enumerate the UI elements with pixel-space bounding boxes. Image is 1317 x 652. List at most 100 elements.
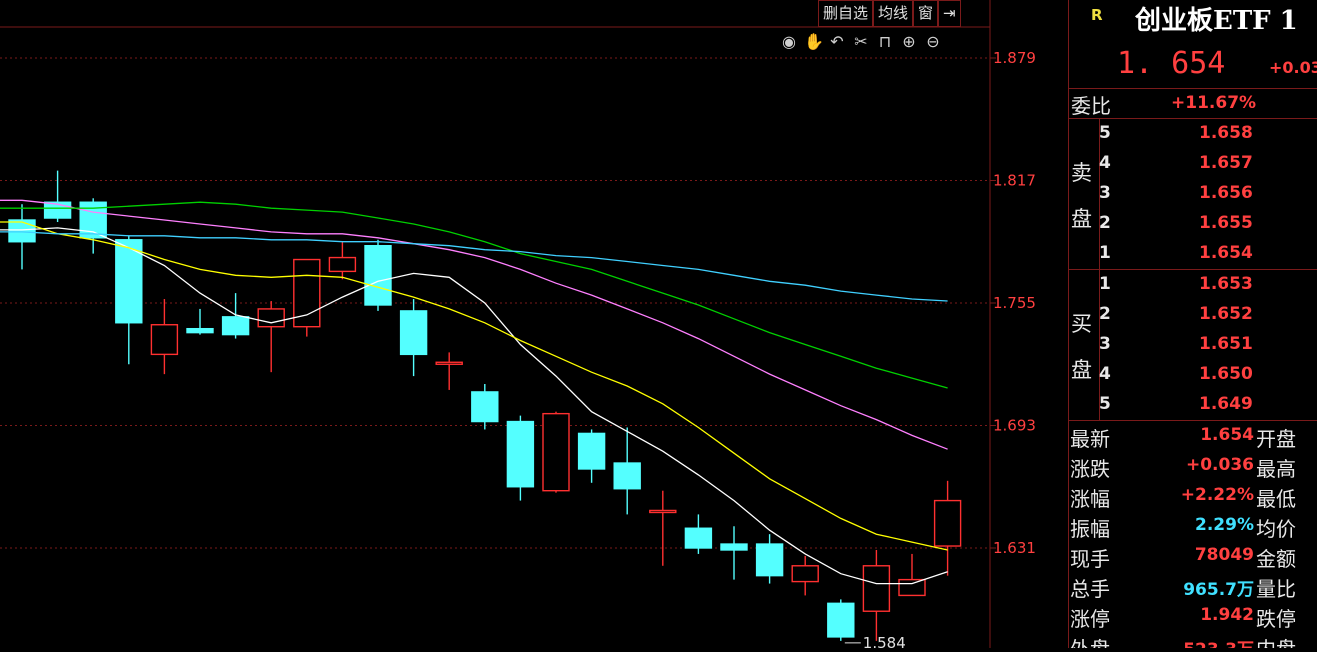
level-number: 1 <box>1099 274 1111 294</box>
level-number: 4 <box>1099 153 1111 173</box>
buy-level-5[interactable]: 5 1.649 <box>1099 390 1317 420</box>
scissors-icon[interactable]: ✂ <box>852 32 870 51</box>
undo-icon[interactable]: ↶ <box>828 32 846 51</box>
candle-down <box>8 219 36 243</box>
stat-value: 523.3万 <box>1183 635 1254 648</box>
hand-icon[interactable]: ✋ <box>804 32 824 51</box>
buy-level-3[interactable]: 3 1.651 <box>1099 330 1317 360</box>
buy-level-2[interactable]: 2 1.652 <box>1099 300 1317 330</box>
stat-label-right: 最低 <box>1256 487 1296 511</box>
candle-down <box>577 432 606 470</box>
sell-level-1[interactable]: 1 1.654 <box>1099 239 1317 269</box>
kline-chart[interactable]: 1.879 1.817 1.755 1.693 1.631 1.584 <box>0 0 1068 652</box>
stat-label: 涨停 <box>1070 607 1110 631</box>
stat-label: 涨跌 <box>1070 457 1110 481</box>
y-tick-label: 1.755 <box>993 294 1036 312</box>
candle-down <box>684 527 713 549</box>
stat-label: 外盘 <box>1070 633 1110 648</box>
sell-label-char: 卖 <box>1071 161 1092 185</box>
quote-header: R 创业板ETF 1 1. 654 +0.03 <box>1069 0 1317 89</box>
stat-label: 最新 <box>1070 427 1110 451</box>
kline-svg[interactable]: 1.879 1.817 1.755 1.693 1.631 1.584 <box>0 0 1068 652</box>
remove-favorite-button[interactable]: 删自选 <box>818 0 874 27</box>
sell-level-3[interactable]: 3 1.656 <box>1099 179 1317 209</box>
stat-row: 外盘 523.3万内盘 <box>1069 631 1317 648</box>
chart-tools: ◉ ✋ ↶ ✂ ⊓ ⊕ ⊖ <box>780 32 942 51</box>
stat-row: 振幅 2.29% 均价 <box>1069 511 1317 541</box>
buy-label-char: 盘 <box>1071 358 1092 382</box>
sell-label-char: 盘 <box>1071 207 1092 231</box>
stat-row: 涨跌 +0.036 最高 <box>1069 451 1317 481</box>
candle-down <box>506 420 535 488</box>
level-number: 3 <box>1099 334 1111 354</box>
sell-level-4[interactable]: 4 1.657 <box>1099 149 1317 179</box>
candle-up <box>542 412 570 492</box>
candle-down <box>827 602 855 638</box>
stat-label: 现手 <box>1070 547 1110 571</box>
candle-up <box>435 361 463 365</box>
stat-value: 2.29% <box>1195 515 1254 535</box>
stat-value: 1.942 <box>1200 605 1254 625</box>
level-number: 5 <box>1099 123 1111 143</box>
buy-book: 买 盘 1 1.653 2 1.652 3 1.651 4 1.650 5 1.649 <box>1069 270 1317 421</box>
candle-down <box>364 245 392 306</box>
zoom-in-icon[interactable]: ⊕ <box>900 32 918 51</box>
quote-panel: R 创业板ETF 1 1. 654 +0.03 委比 +11.67% 卖 盘 5… <box>1068 0 1317 648</box>
buy-level-4[interactable]: 4 1.650 <box>1099 360 1317 390</box>
stat-label-right: 均价 <box>1256 517 1296 541</box>
level-number: 3 <box>1099 183 1111 203</box>
stat-row: 总手 965.7万 量比 <box>1069 571 1317 601</box>
candle-down <box>471 391 499 423</box>
stat-label: 总手 <box>1070 577 1110 601</box>
stat-value: +2.22% <box>1180 485 1254 505</box>
candle-up <box>328 256 357 273</box>
candle-down <box>399 310 428 356</box>
y-tick-label: 1.879 <box>993 49 1036 67</box>
y-tick-label: 1.693 <box>993 417 1036 435</box>
stat-label-right: 开盘 <box>1256 427 1296 451</box>
candle-down <box>755 543 784 577</box>
sell-book: 卖 盘 5 1.658 4 1.657 3 1.656 2 1.655 1 1.654 <box>1069 119 1317 270</box>
stat-row: 涨停 1.942 跌停 <box>1069 601 1317 631</box>
security-name: 创业板ETF 1 <box>1135 6 1298 36</box>
candle-down <box>720 543 748 551</box>
candle-up <box>649 509 677 514</box>
buy-level-1[interactable]: 1 1.653 <box>1099 270 1317 300</box>
candle-up <box>933 499 962 547</box>
eye-icon[interactable]: ◉ <box>780 32 798 51</box>
stat-label: 涨幅 <box>1070 487 1110 511</box>
buy-label-char: 买 <box>1071 312 1092 336</box>
level-price: 1.658 <box>1199 123 1253 143</box>
level-number: 4 <box>1099 364 1111 384</box>
stat-label-right: 内盘 <box>1256 633 1296 648</box>
candle-up <box>150 324 179 356</box>
level-price: 1.651 <box>1199 334 1253 354</box>
level-price: 1.655 <box>1199 213 1253 233</box>
stat-value: +0.036 <box>1185 455 1254 475</box>
level-price: 1.657 <box>1199 153 1253 173</box>
price-change: +0.03 <box>1269 58 1317 77</box>
weibi-label: 委比 <box>1071 94 1111 118</box>
expand-panel-button[interactable]: ⇥ <box>938 0 961 27</box>
sell-side-label: 卖 盘 <box>1069 119 1100 269</box>
y-tick-label: 1.631 <box>993 539 1036 557</box>
buy-side-label: 买 盘 <box>1069 270 1100 420</box>
stat-label: 振幅 <box>1070 517 1110 541</box>
weibi-value: +11.67% <box>1171 93 1257 113</box>
stat-label-right: 最高 <box>1256 457 1296 481</box>
stat-value: 1.654 <box>1200 425 1254 445</box>
stat-label-right: 量比 <box>1256 577 1296 601</box>
sell-level-2[interactable]: 2 1.655 <box>1099 209 1317 239</box>
zoom-out-icon[interactable]: ⊖ <box>924 32 942 51</box>
weibi-row: 委比 +11.67% <box>1069 88 1317 119</box>
ma-settings-button[interactable]: 均线 <box>873 0 914 27</box>
stat-row: 最新 1.654 开盘 <box>1069 421 1317 451</box>
level-price: 1.650 <box>1199 364 1253 384</box>
sell-level-5[interactable]: 5 1.658 <box>1099 119 1317 149</box>
candle-up <box>791 565 819 583</box>
chart-toolbar: 删自选 均线 窗 ⇥ <box>818 0 961 27</box>
window-button[interactable]: 窗 <box>913 0 939 27</box>
lock-icon[interactable]: ⊓ <box>876 32 894 51</box>
level-price: 1.654 <box>1199 243 1253 263</box>
level-price: 1.652 <box>1199 304 1253 324</box>
